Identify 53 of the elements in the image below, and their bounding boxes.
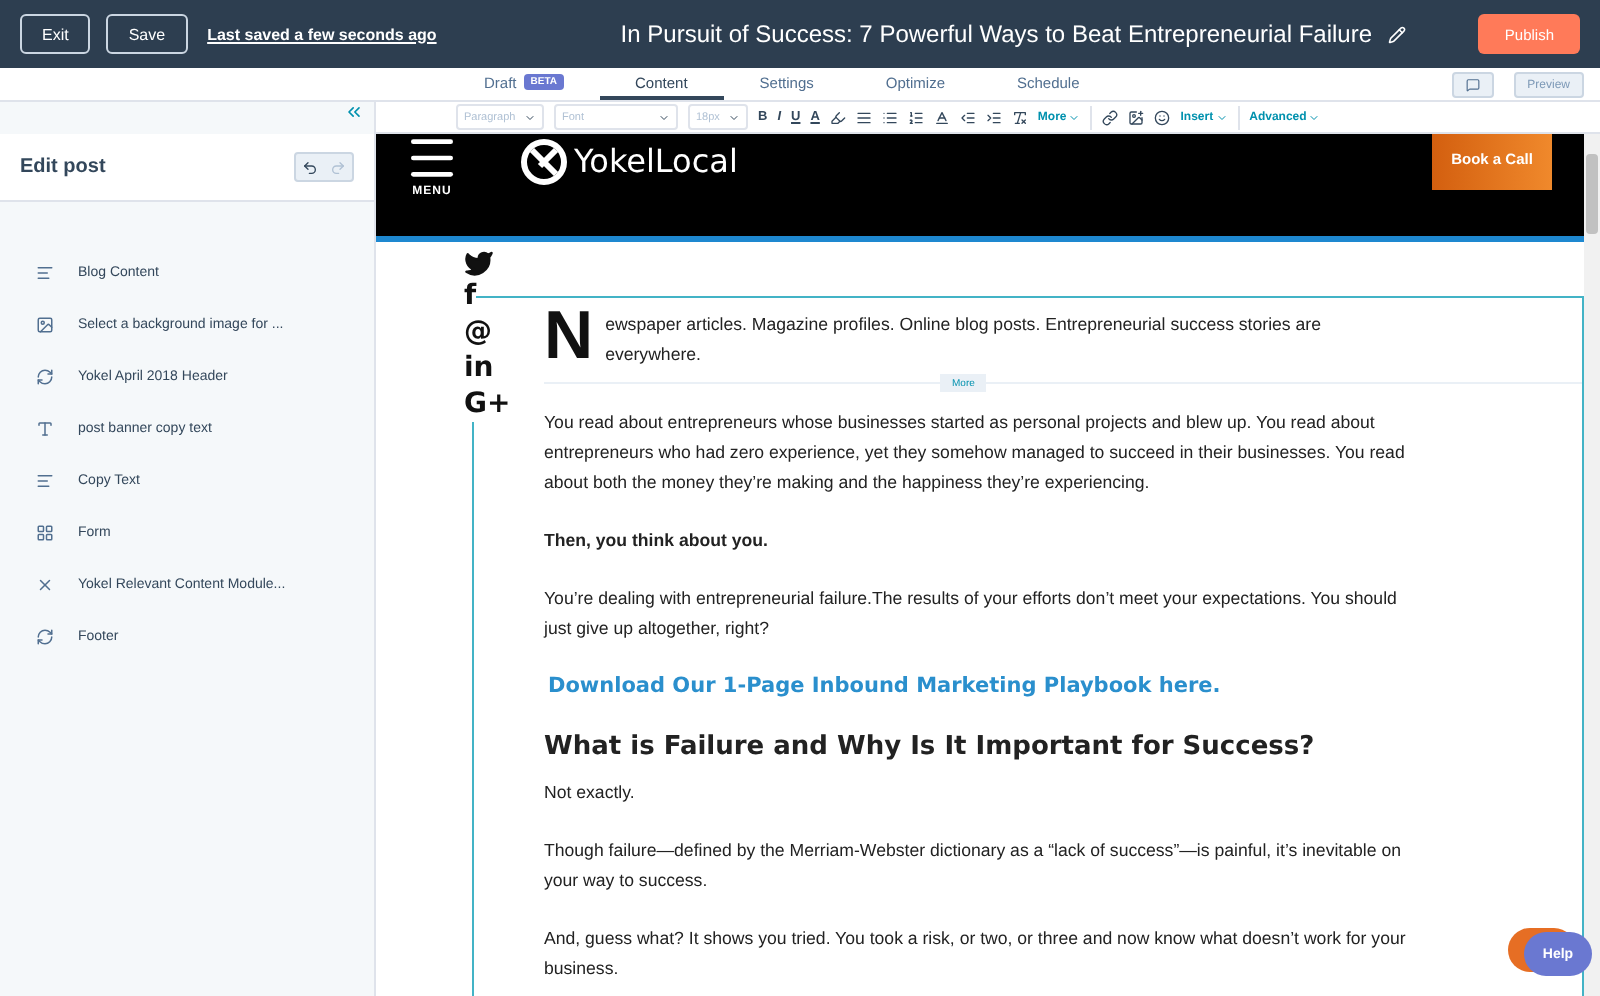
drop-cap: N [544, 302, 594, 378]
caret-icon [658, 111, 670, 123]
playbook-link[interactable]: Download Our 1-Page Inbound Marketing Playbook here. [544, 672, 1424, 702]
logo-icon [520, 138, 568, 186]
align-icon[interactable] [855, 109, 872, 125]
share-icon[interactable]: f [464, 278, 477, 314]
share-icon[interactable]: @ [464, 314, 492, 350]
image-icon[interactable] [1128, 109, 1145, 125]
article-paragraph: You’re dealing with entrepreneurial failure.The results of your efforts don’t meet your expectations. You should just give up altogether, right? [544, 586, 1399, 642]
share-icon[interactable]: G+ [464, 386, 511, 422]
share-icon[interactable]: in [464, 350, 494, 386]
twitter-icon[interactable] [464, 248, 494, 278]
article-paragraph: Though failure—defined by the Merriam-Webster dictionary as a “lack of success”—is painful, it’s inevitable on your way to success. [544, 838, 1403, 894]
scrollbar-thumb[interactable] [1586, 154, 1598, 234]
link-icon[interactable] [1102, 109, 1119, 125]
refresh-icon [36, 367, 54, 385]
article-paragraph: You read about entrepreneurs whose businesses started as personal projects and blew up. You read about entrepreneurs who had zero experience, yet they somehow managed to succeed in their businesses. You read about both the money they’re making and the happiness they’re experiencing. [544, 410, 1407, 496]
site-logo[interactable]: YokelLocal [574, 142, 738, 182]
exit-button[interactable]: Exit [20, 14, 91, 54]
clear-format-icon[interactable] [1011, 109, 1028, 125]
rich-text-icon [36, 263, 54, 281]
caret-icon [1215, 111, 1228, 123]
sidebar-title: Edit post [20, 156, 106, 178]
grid-icon [36, 523, 54, 541]
numbered-list-icon[interactable] [907, 109, 924, 125]
image-icon [36, 315, 54, 333]
article-paragraph: Then, you think about you. [544, 528, 770, 554]
save-button[interactable]: Save [106, 14, 188, 54]
intro-paragraph: ewspaper articles. Magazine profiles. Online blog posts. Entrepreneurial success stories are everywhere. [605, 312, 1323, 368]
caret-icon [1308, 111, 1321, 123]
collapse-icon[interactable] [344, 102, 364, 122]
refresh-icon [36, 627, 54, 645]
last-saved-link[interactable]: Last saved a few seconds ago [207, 25, 437, 43]
text-icon [36, 419, 54, 437]
highlighter-icon[interactable] [829, 109, 846, 125]
cross-icon [36, 575, 54, 593]
post-title: In Pursuit of Success: 7 Powerful Ways to Beat Entrepreneurial Failure [620, 20, 1373, 48]
article-heading: What is Failure and Why Is It Important for Success? [544, 730, 1317, 766]
comment-icon [1465, 78, 1480, 92]
indent-icon[interactable] [985, 109, 1002, 125]
redo-icon [330, 159, 346, 175]
article-paragraph: And, guess what? It shows you tried. You took a risk, or two, or three and now know what doesn’t work for your business. [544, 926, 1408, 982]
article-paragraph: Not exactly. [544, 780, 637, 806]
rich-text-icon [36, 471, 54, 489]
caret-icon [1068, 111, 1081, 123]
caret-icon [728, 111, 740, 123]
bullet-list-icon[interactable] [881, 109, 898, 125]
outdent-icon[interactable] [959, 109, 976, 125]
pencil-icon[interactable] [1388, 25, 1407, 43]
comment-button[interactable] [1451, 72, 1494, 98]
undo-icon [302, 159, 318, 175]
caret-icon [524, 111, 536, 123]
emoji-icon[interactable] [1154, 109, 1171, 125]
